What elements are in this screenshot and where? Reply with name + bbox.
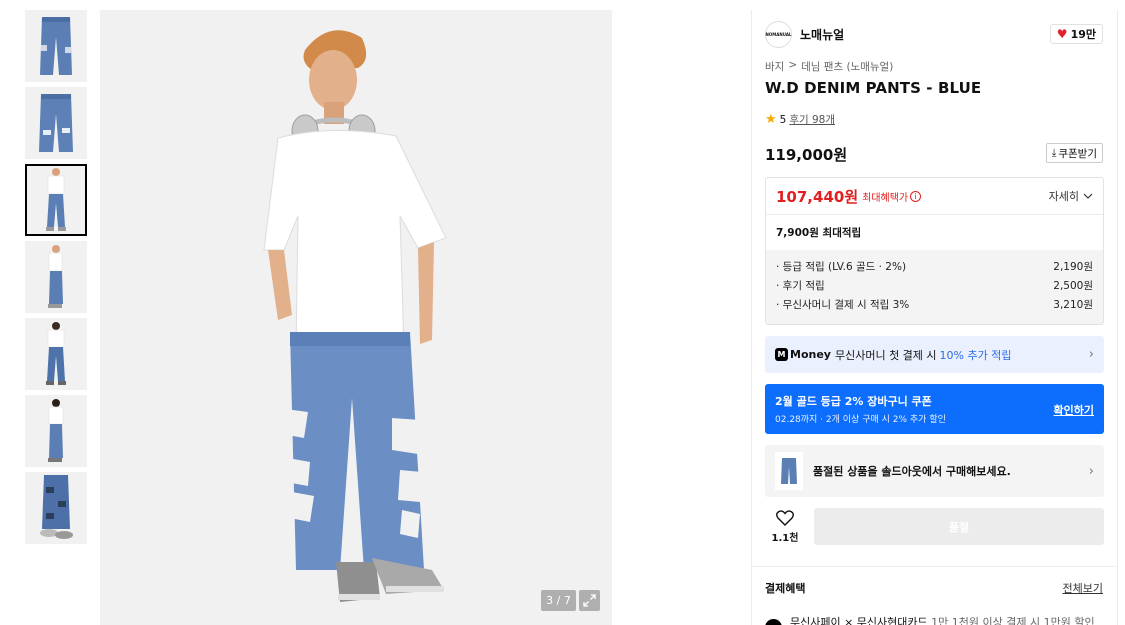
chevron-down-icon <box>1083 193 1093 199</box>
card-icon <box>765 619 782 625</box>
main-product-image[interactable] <box>100 10 612 625</box>
coupon-banner-title: 2월 골드 등급 2% 장바구니 쿠폰 <box>775 395 932 408</box>
detail-toggle[interactable]: 자세히 <box>1049 188 1093 204</box>
chevron-right-icon: › <box>1088 347 1094 362</box>
rating-row: ★ 5 후기 98개 <box>765 112 835 127</box>
money-promo-bar[interactable]: M Money 무신사머니 첫 결제 시 10% 추가 적립 › <box>765 336 1104 373</box>
points-row: · 무신사머니 결제 시 적립 3% 3,210원 <box>776 295 1093 314</box>
divider <box>752 566 1117 567</box>
points-value: 2,500원 <box>1053 280 1093 292</box>
payment-benefit-name: 무신사페이 × 무신사현대카드 <box>790 615 928 625</box>
thumbnail-model-front[interactable] <box>25 164 87 236</box>
thumbnail-model-front-2[interactable] <box>25 318 87 390</box>
money-brand: Money <box>790 348 831 361</box>
max-points: 7,900원 최대적립 <box>776 227 862 239</box>
money-logo-icon: M <box>775 348 788 361</box>
product-info-panel: NOMANUAL 노매뉴얼 ♥ 19만 바지 > 데님 팬츠 (노매뉴얼) W.… <box>751 10 1118 625</box>
thumbnail-pants-front[interactable] <box>25 10 87 82</box>
heart-icon: ♥ <box>1056 27 1068 41</box>
soldout-button[interactable]: 품절 <box>814 508 1104 545</box>
points-row: · 후기 적립 2,500원 <box>776 276 1093 295</box>
breadcrumb-item[interactable]: 바지 <box>765 59 784 74</box>
original-price: 119,000원 <box>765 146 848 164</box>
heart-outline-icon <box>776 510 794 526</box>
rating-score: 5 <box>779 113 787 126</box>
breadcrumb-item[interactable]: 데님 팬츠 (노매뉴얼) <box>801 59 893 74</box>
brand-name[interactable]: 노매뉴얼 <box>800 26 844 43</box>
points-value: 2,190원 <box>1053 261 1093 273</box>
breadcrumb: 바지 > 데님 팬츠 (노매뉴얼) <box>765 59 893 74</box>
star-icon: ★ <box>765 112 777 127</box>
get-coupon-button[interactable]: ⤓ 쿠폰받기 <box>1045 143 1103 163</box>
model-illustration <box>263 30 447 602</box>
product-page: 3 / 7 NOMANUAL 노매뉴얼 ♥ 19만 바지 > 데님 팬츠 (노매… <box>0 0 1125 625</box>
product-title: W.D DENIM PANTS - BLUE <box>765 79 982 97</box>
max-benefit-price: 107,440원 <box>776 187 859 206</box>
coupon-banner-subtitle: 02.28까지 · 2개 이상 구매 시 2% 추가 할인 <box>775 415 946 425</box>
payment-benefit-row[interactable]: 무신사페이 × 무신사현대카드 1만 1천원 이상 결제 시 1만원 할인 <box>765 607 1095 625</box>
thumbnail-model-side[interactable] <box>25 241 87 313</box>
money-accent: 10% 추가 적립 <box>939 348 1012 362</box>
detail-label: 자세히 <box>1048 190 1079 203</box>
money-text: 무신사머니 첫 결제 시 <box>834 348 937 362</box>
points-row: · 등급 적립 (LV.6 골드 · 2%) 2,190원 <box>776 257 1093 276</box>
breadcrumb-separator: > <box>788 59 798 71</box>
thumbnail-pants-detail[interactable] <box>25 472 87 544</box>
benefit-header[interactable]: 107,440원 최대혜택가 i 자세히 <box>766 178 1103 215</box>
chevron-right-icon: › <box>1088 463 1094 479</box>
soldout-promo-bar[interactable]: 품절된 상품을 솔드아웃에서 구매해보세요. › <box>765 445 1104 497</box>
info-icon[interactable]: i <box>910 190 922 202</box>
download-icon: ⤓ <box>1051 146 1057 159</box>
payment-benefit-detail: 1만 1천원 이상 결제 시 1만원 할인 <box>931 615 1095 625</box>
get-coupon-label: 쿠폰받기 <box>1058 147 1097 160</box>
image-pager: 3 / 7 <box>541 590 576 611</box>
brand-logo-text: NOMANUAL <box>765 32 792 37</box>
points-label: · 등급 적립 (LV.6 골드 · 2%) <box>776 261 907 273</box>
points-breakdown: · 등급 적립 (LV.6 골드 · 2%) 2,190원 · 후기 적립 2,… <box>766 250 1103 324</box>
review-link[interactable]: 후기 98개 <box>789 112 835 127</box>
brand-like-count: 19만 <box>1070 28 1096 41</box>
expand-icon[interactable] <box>579 590 600 611</box>
benefit-box: 107,440원 최대혜택가 i 자세히 7,900원 최대적립 · 등급 적립… <box>765 177 1104 325</box>
points-label: · 무신사머니 결제 시 적립 3% <box>776 299 910 311</box>
brand-logo: NOMANUAL <box>765 21 792 48</box>
see-all-link[interactable]: 전체보기 <box>1063 580 1103 596</box>
coupon-confirm-link[interactable]: 확인하기 <box>1054 402 1094 418</box>
payment-benefit-text: 무신사페이 × 무신사현대카드 1만 1천원 이상 결제 시 1만원 할인 <box>790 614 1095 625</box>
thumbnail-list <box>25 10 87 549</box>
soldout-product-thumbnail <box>775 452 803 490</box>
soldout-promo-text: 품절된 상품을 솔드아웃에서 구매해보세요. <box>813 465 1011 478</box>
coupon-banner[interactable]: 2월 골드 등급 2% 장바구니 쿠폰 02.28까지 · 2개 이상 구매 시… <box>765 384 1104 434</box>
payment-benefits-title: 결제혜택 <box>765 582 806 595</box>
brand-row[interactable]: NOMANUAL 노매뉴얼 <box>765 21 844 48</box>
thumbnail-model-back[interactable] <box>25 395 87 467</box>
thumbnail-pants-back[interactable] <box>25 87 87 159</box>
points-label: · 후기 적립 <box>776 280 825 292</box>
wishlist-button[interactable]: 1.1천 <box>765 510 805 544</box>
brand-like-button[interactable]: ♥ 19만 <box>1049 24 1103 44</box>
max-benefit-text: 최대혜택가 <box>862 192 909 204</box>
max-benefit-label: 최대혜택가 i <box>862 189 922 204</box>
wishlist-count: 1.1천 <box>771 533 799 544</box>
points-value: 3,210원 <box>1053 299 1093 311</box>
